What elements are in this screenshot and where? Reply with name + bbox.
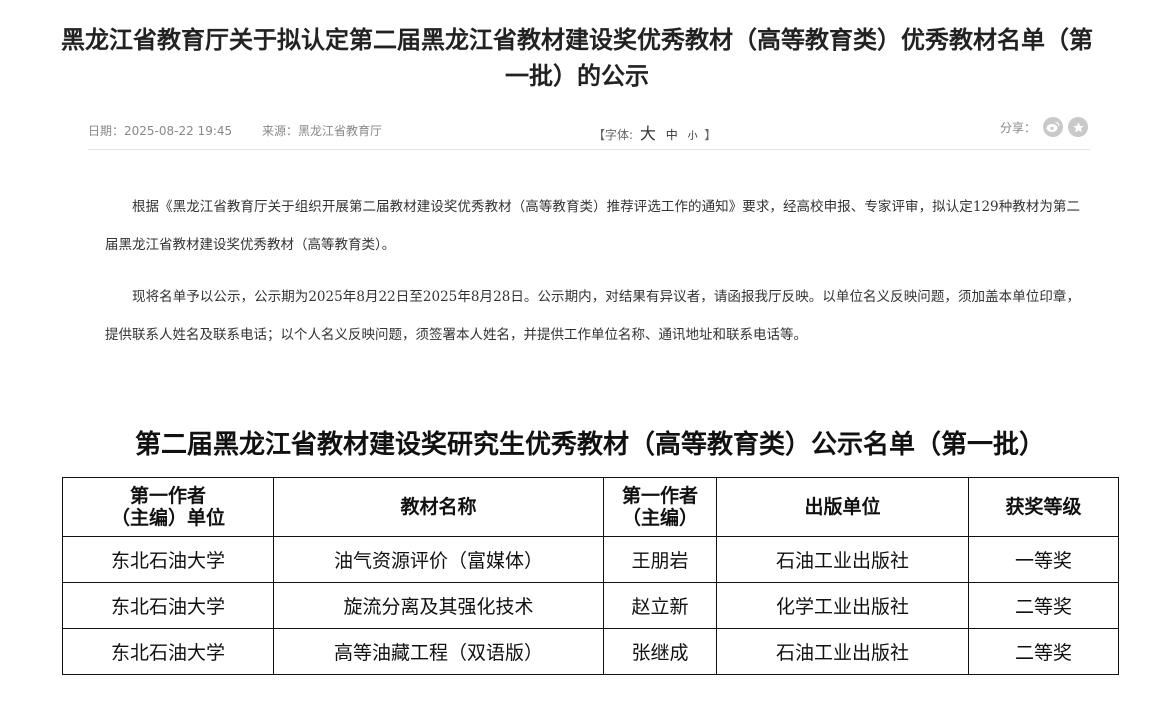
font-size-small-button[interactable]: 小 xyxy=(688,131,698,142)
cell-author: 张继成 xyxy=(603,628,717,675)
award-list-table: 第一作者 （主编）单位 教材名称 第一作者 （主编） 出版单位 获奖等级 东北石… xyxy=(62,477,1119,675)
column-header-award: 获奖等级 xyxy=(968,477,1119,537)
body-paragraph-1: 根据《黑龙江省教育厅关于组织开展第二届教材建设奖优秀教材（高等教育类）推荐评选工… xyxy=(105,199,1080,253)
cell-unit: 东北石油大学 xyxy=(62,536,274,583)
publish-date: 日期：2025-08-22 19:45 xyxy=(88,124,233,138)
cell-author: 王朋岩 xyxy=(603,536,717,583)
favorite-icon[interactable] xyxy=(1068,117,1088,137)
table-row: 东北石油大学 油气资源评价（富媒体） 王朋岩 石油工业出版社 一等奖 xyxy=(62,536,1119,583)
source-label: 来源：黑龙江省教育厅 xyxy=(261,124,382,138)
meta-info: 日期：2025-08-22 19:45 来源：黑龙江省教育厅 xyxy=(88,122,382,139)
article-title: 黑龙江省教育厅关于拟认定第二届黑龙江省教材建设奖优秀教材（高等教育类）优秀教材名… xyxy=(61,26,1093,90)
share-bar: 分享： xyxy=(1000,117,1088,137)
cell-award: 一等奖 xyxy=(968,536,1119,583)
cell-textbook: 旋流分离及其强化技术 xyxy=(273,582,604,629)
cell-unit: 东北石油大学 xyxy=(62,628,274,675)
cell-publisher: 石油工业出版社 xyxy=(716,628,969,675)
article-meta-bar: 日期：2025-08-22 19:45 来源：黑龙江省教育厅 【字体: 大 中 … xyxy=(88,116,1090,150)
cell-award: 二等奖 xyxy=(968,628,1119,675)
font-size-switcher: 【字体: 大 中 小 】 xyxy=(593,120,716,144)
share-label: 分享： xyxy=(999,120,1036,135)
column-header-publisher: 出版单位 xyxy=(716,477,969,537)
font-size-label-open: 【字体: xyxy=(593,128,634,142)
table-row: 东北石油大学 旋流分离及其强化技术 赵立新 化学工业出版社 二等奖 xyxy=(62,582,1119,629)
weibo-icon[interactable] xyxy=(1043,117,1063,137)
cell-publisher: 化学工业出版社 xyxy=(716,582,969,629)
body-paragraph-2: 现将名单予以公示，公示期为2025年8月22日至2025年8月28日。公示期内，… xyxy=(105,289,1080,343)
cell-unit: 东北石油大学 xyxy=(62,582,274,629)
column-header-unit: 第一作者 （主编）单位 xyxy=(62,477,274,537)
cell-award: 二等奖 xyxy=(968,582,1119,629)
table-row: 东北石油大学 高等油藏工程（双语版） 张继成 石油工业出版社 二等奖 xyxy=(62,628,1119,675)
column-header-textbook: 教材名称 xyxy=(273,477,604,537)
table-title: 第二届黑龙江省教材建设奖研究生优秀教材（高等教育类）公示名单（第一批） xyxy=(134,430,1045,460)
cell-textbook: 油气资源评价（富媒体） xyxy=(273,536,604,583)
font-size-medium-button[interactable]: 中 xyxy=(666,128,678,142)
cell-publisher: 石油工业出版社 xyxy=(716,536,969,583)
cell-textbook: 高等油藏工程（双语版） xyxy=(273,628,604,675)
font-size-label-close: 】 xyxy=(704,128,717,142)
font-size-large-button[interactable]: 大 xyxy=(640,124,656,143)
cell-author: 赵立新 xyxy=(603,582,717,629)
table-header-row: 第一作者 （主编）单位 教材名称 第一作者 （主编） 出版单位 获奖等级 xyxy=(62,477,1119,537)
column-header-author: 第一作者 （主编） xyxy=(603,477,717,537)
